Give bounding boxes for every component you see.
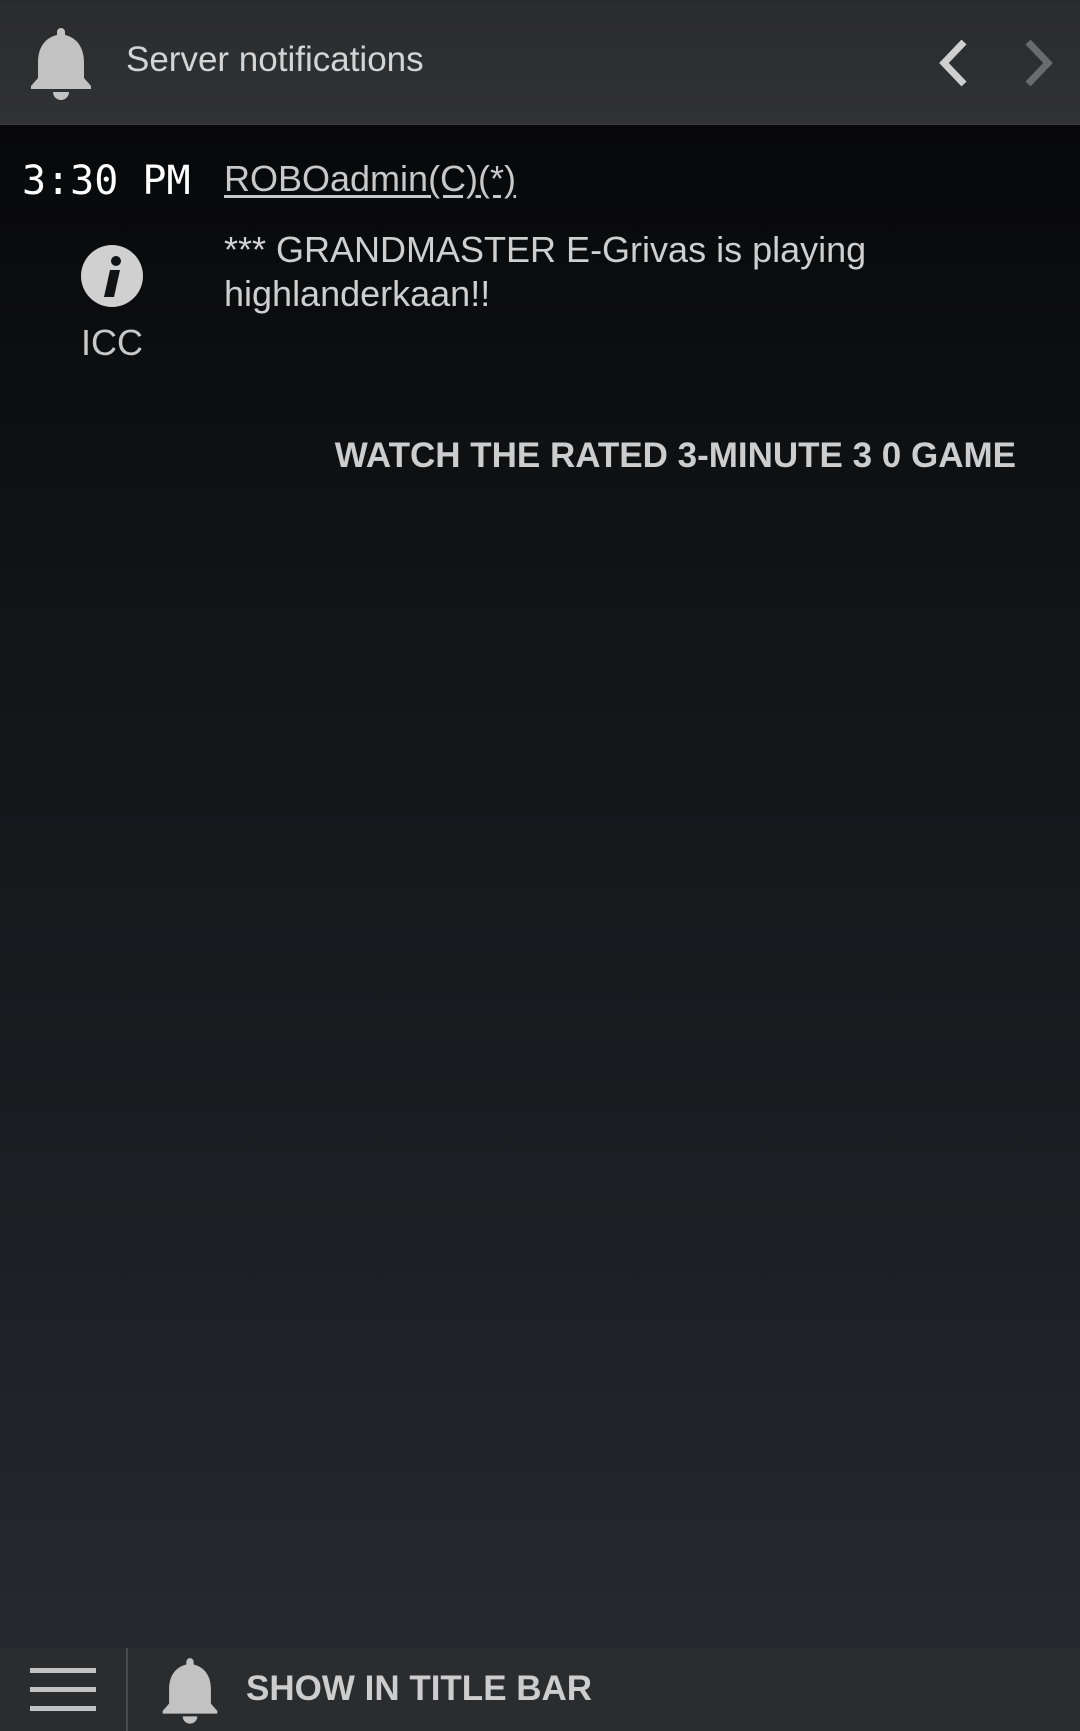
sender-link[interactable]: ROBOadmin(C)(*) (224, 158, 516, 200)
chevron-left-icon[interactable] (930, 36, 980, 90)
info-icon (81, 245, 143, 307)
message-time: 3:30 PM (22, 158, 191, 204)
chevron-right-icon[interactable] (1012, 36, 1062, 90)
bell-icon[interactable] (160, 1654, 220, 1726)
hamburger-menu-icon[interactable] (30, 1668, 96, 1712)
source-label: ICC (81, 322, 143, 363)
toolbar-divider (126, 1648, 128, 1731)
watch-game-button[interactable]: WATCH THE RATED 3-MINUTE 3 0 GAME (335, 436, 1016, 476)
page-title: Server notifications (126, 40, 424, 79)
bell-icon (31, 28, 91, 100)
title-bar: Server notifications (0, 0, 1080, 125)
show-in-title-bar-button[interactable]: SHOW IN TITLE BAR (246, 1669, 592, 1709)
message-text: *** GRANDMASTER E-Grivas is playing high… (224, 229, 867, 314)
bottom-toolbar: SHOW IN TITLE BAR (0, 1648, 1080, 1731)
